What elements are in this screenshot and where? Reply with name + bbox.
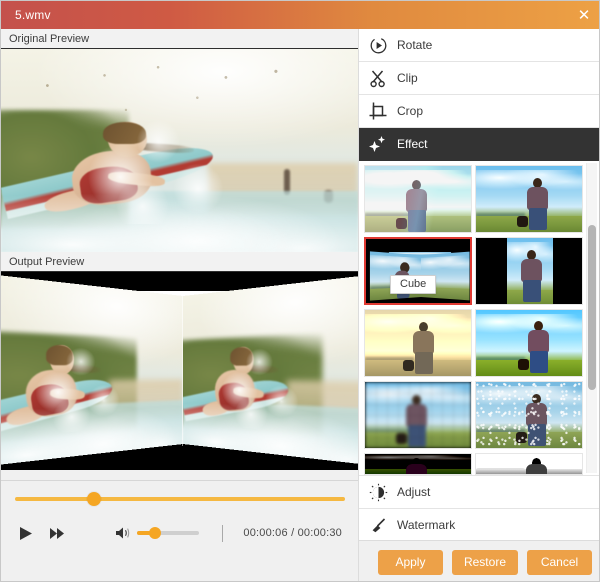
menu-item-adjust[interactable]: Adjust — [359, 476, 599, 509]
effect-thumbnail[interactable] — [364, 381, 472, 449]
restore-button[interactable]: Restore — [451, 549, 518, 575]
effects-scrollbar-thumb[interactable] — [588, 225, 596, 390]
brush-icon — [359, 516, 397, 535]
volume-control — [115, 525, 199, 541]
effect-tooltip: Cube — [390, 275, 437, 294]
menu-item-watermark-label: Watermark — [397, 518, 456, 532]
original-preview-label: Original Preview — [1, 29, 358, 49]
menu-item-effect[interactable]: Effect — [359, 128, 599, 161]
title-bar: 5.wmv ✕ — [1, 1, 599, 29]
output-preview-video[interactable] — [1, 272, 358, 470]
brightness-icon — [359, 483, 397, 502]
play-icon[interactable] — [13, 520, 39, 546]
effect-thumbnail[interactable] — [475, 165, 583, 233]
menu-item-rotate[interactable]: Rotate — [359, 29, 599, 62]
dialog-footer: Apply Restore Cancel — [359, 540, 599, 581]
crop-icon — [359, 102, 397, 120]
close-icon[interactable]: ✕ — [567, 1, 599, 29]
cube-left-scene — [1, 272, 184, 468]
effect-thumbnail[interactable] — [475, 453, 583, 475]
time-display: 00:00:06 / 00:00:30 — [243, 527, 342, 539]
apply-button[interactable]: Apply — [377, 549, 443, 575]
effects-grid: Cube — [359, 161, 599, 476]
volume-handle[interactable] — [149, 527, 161, 539]
menu-item-crop-label: Crop — [397, 104, 424, 118]
scissors-icon — [359, 69, 397, 88]
preview-column: Original Preview Output Preview 00:00:06… — [1, 29, 358, 581]
speaker-icon[interactable] — [115, 525, 133, 541]
menu-item-watermark[interactable]: Watermark — [359, 509, 599, 542]
original-scene — [1, 49, 358, 252]
menu-item-clip-label: Clip — [397, 71, 418, 85]
rotate-icon — [359, 36, 397, 55]
transport-row: 00:00:06 / 00:00:30 — [1, 517, 358, 549]
menu-item-clip[interactable]: Clip — [359, 62, 599, 95]
debris-specks — [1, 49, 358, 252]
tools-panel: Rotate Clip Crop Effect Cube Adjust Wate… — [358, 29, 599, 581]
cube-face-right — [183, 273, 358, 467]
effect-thumbnail[interactable] — [475, 309, 583, 377]
player-controls: 00:00:06 / 00:00:30 — [1, 480, 358, 552]
cancel-button[interactable]: Cancel — [527, 549, 592, 575]
volume-slider[interactable] — [137, 527, 199, 539]
effect-thumbnail[interactable] — [475, 237, 583, 305]
timeline-handle[interactable] — [87, 492, 101, 506]
effect-thumbnail-selected[interactable]: Cube — [364, 237, 472, 305]
fast-forward-icon[interactable] — [45, 520, 71, 546]
output-preview-label: Output Preview — [1, 252, 358, 272]
effect-thumbnail[interactable] — [364, 453, 472, 475]
menu-item-crop[interactable]: Crop — [359, 95, 599, 128]
effects-scrollbar[interactable] — [586, 163, 597, 473]
effect-thumbnail[interactable] — [364, 165, 472, 233]
cube-effect-stage — [1, 272, 358, 470]
cube-right-scene — [183, 273, 358, 467]
sparkle-icon — [359, 135, 397, 153]
menu-item-effect-label: Effect — [397, 137, 428, 151]
menu-item-adjust-label: Adjust — [397, 485, 431, 499]
control-divider — [222, 524, 223, 542]
effect-thumbnail[interactable] — [364, 309, 472, 377]
timeline-slider[interactable] — [15, 492, 345, 506]
menu-item-rotate-label: Rotate — [397, 38, 433, 52]
window-title: 5.wmv — [15, 8, 51, 22]
original-preview-video[interactable] — [1, 49, 358, 252]
effect-thumbnail[interactable] — [475, 381, 583, 449]
cube-center-edge — [182, 294, 183, 446]
cube-face-left — [1, 272, 184, 468]
effect-editor-window: 5.wmv ✕ Original Preview Output Preview … — [0, 0, 600, 582]
